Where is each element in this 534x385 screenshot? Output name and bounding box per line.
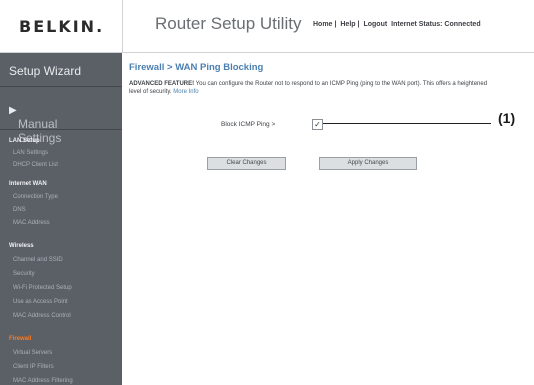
- sidebar-item-security[interactable]: Security: [13, 271, 35, 277]
- sidebar-section-firewall: Firewall: [9, 336, 32, 342]
- setup-wizard-link[interactable]: Setup Wizard: [0, 53, 122, 87]
- apply-changes-button[interactable]: Apply Changes: [319, 157, 417, 170]
- help-link[interactable]: Help: [340, 21, 355, 28]
- sidebar-item-channel-ssid[interactable]: Channel and SSID: [13, 257, 63, 263]
- page-description: ADVANCED FEATURE! You can configure the …: [129, 80, 489, 96]
- belkin-logo[interactable]: BELKIN.: [0, 0, 123, 52]
- manual-settings-link[interactable]: Manual Settings ▶: [0, 87, 122, 145]
- internet-status: Internet Status: Connected: [391, 21, 481, 28]
- more-info-link[interactable]: More Info: [173, 89, 198, 95]
- sidebar-item-client-ip-filters[interactable]: Client IP Filters: [13, 364, 54, 370]
- checkmark-icon: ✓: [314, 120, 321, 129]
- sidebar-section-internet-wan: Internet WAN: [9, 181, 47, 187]
- sidebar-section-wireless: Wireless: [9, 243, 34, 249]
- header: BELKIN. Router Setup Utility Home | Help |…: [0, 0, 534, 53]
- sidebar-item-access-point[interactable]: Use as Access Point: [13, 299, 68, 305]
- sidebar-item-dhcp-client-list[interactable]: DHCP Client List: [13, 162, 58, 168]
- block-icmp-ping-label: Block ICMP Ping >: [221, 121, 276, 128]
- sidebar-item-lan-settings[interactable]: LAN Settings: [13, 150, 48, 156]
- page-title: Firewall > WAN Ping Blocking: [129, 62, 264, 73]
- block-icmp-ping-checkbox[interactable]: ✓: [312, 119, 323, 130]
- app-title: Router Setup Utility: [155, 14, 302, 33]
- callout-label: (1): [498, 110, 516, 126]
- logout-link[interactable]: Logout: [363, 21, 387, 28]
- sidebar-item-mac-address-control[interactable]: MAC Address Control: [13, 313, 71, 319]
- sidebar-item-wps[interactable]: Wi-Fi Protected Setup: [13, 285, 72, 291]
- sidebar-item-mac-address[interactable]: MAC Address: [13, 220, 50, 226]
- manual-settings-label: Manual Settings ▶: [9, 105, 62, 145]
- advanced-feature-label: ADVANCED FEATURE!: [129, 81, 195, 87]
- setup-wizard-label: Setup Wizard: [9, 64, 82, 78]
- sidebar-item-connection-type[interactable]: Connection Type: [13, 194, 58, 200]
- home-link[interactable]: Home: [313, 21, 332, 28]
- sidebar-item-dns[interactable]: DNS: [13, 207, 26, 213]
- clear-changes-button[interactable]: Clear Changes: [207, 157, 286, 170]
- sidebar: Setup Wizard Manual Settings ▶ LAN Setup…: [0, 53, 122, 385]
- callout-line: [323, 123, 491, 124]
- top-nav: Home | Help | Logout Internet Status: Conn…: [313, 21, 481, 28]
- sidebar-item-virtual-servers[interactable]: Virtual Servers: [13, 350, 52, 356]
- sidebar-item-mac-address-filtering[interactable]: MAC Address Filtering: [13, 378, 73, 384]
- sidebar-section-lan: LAN Setup: [9, 138, 40, 144]
- logo-text: BELKIN.: [19, 17, 105, 36]
- arrow-right-icon: ▶: [9, 105, 17, 116]
